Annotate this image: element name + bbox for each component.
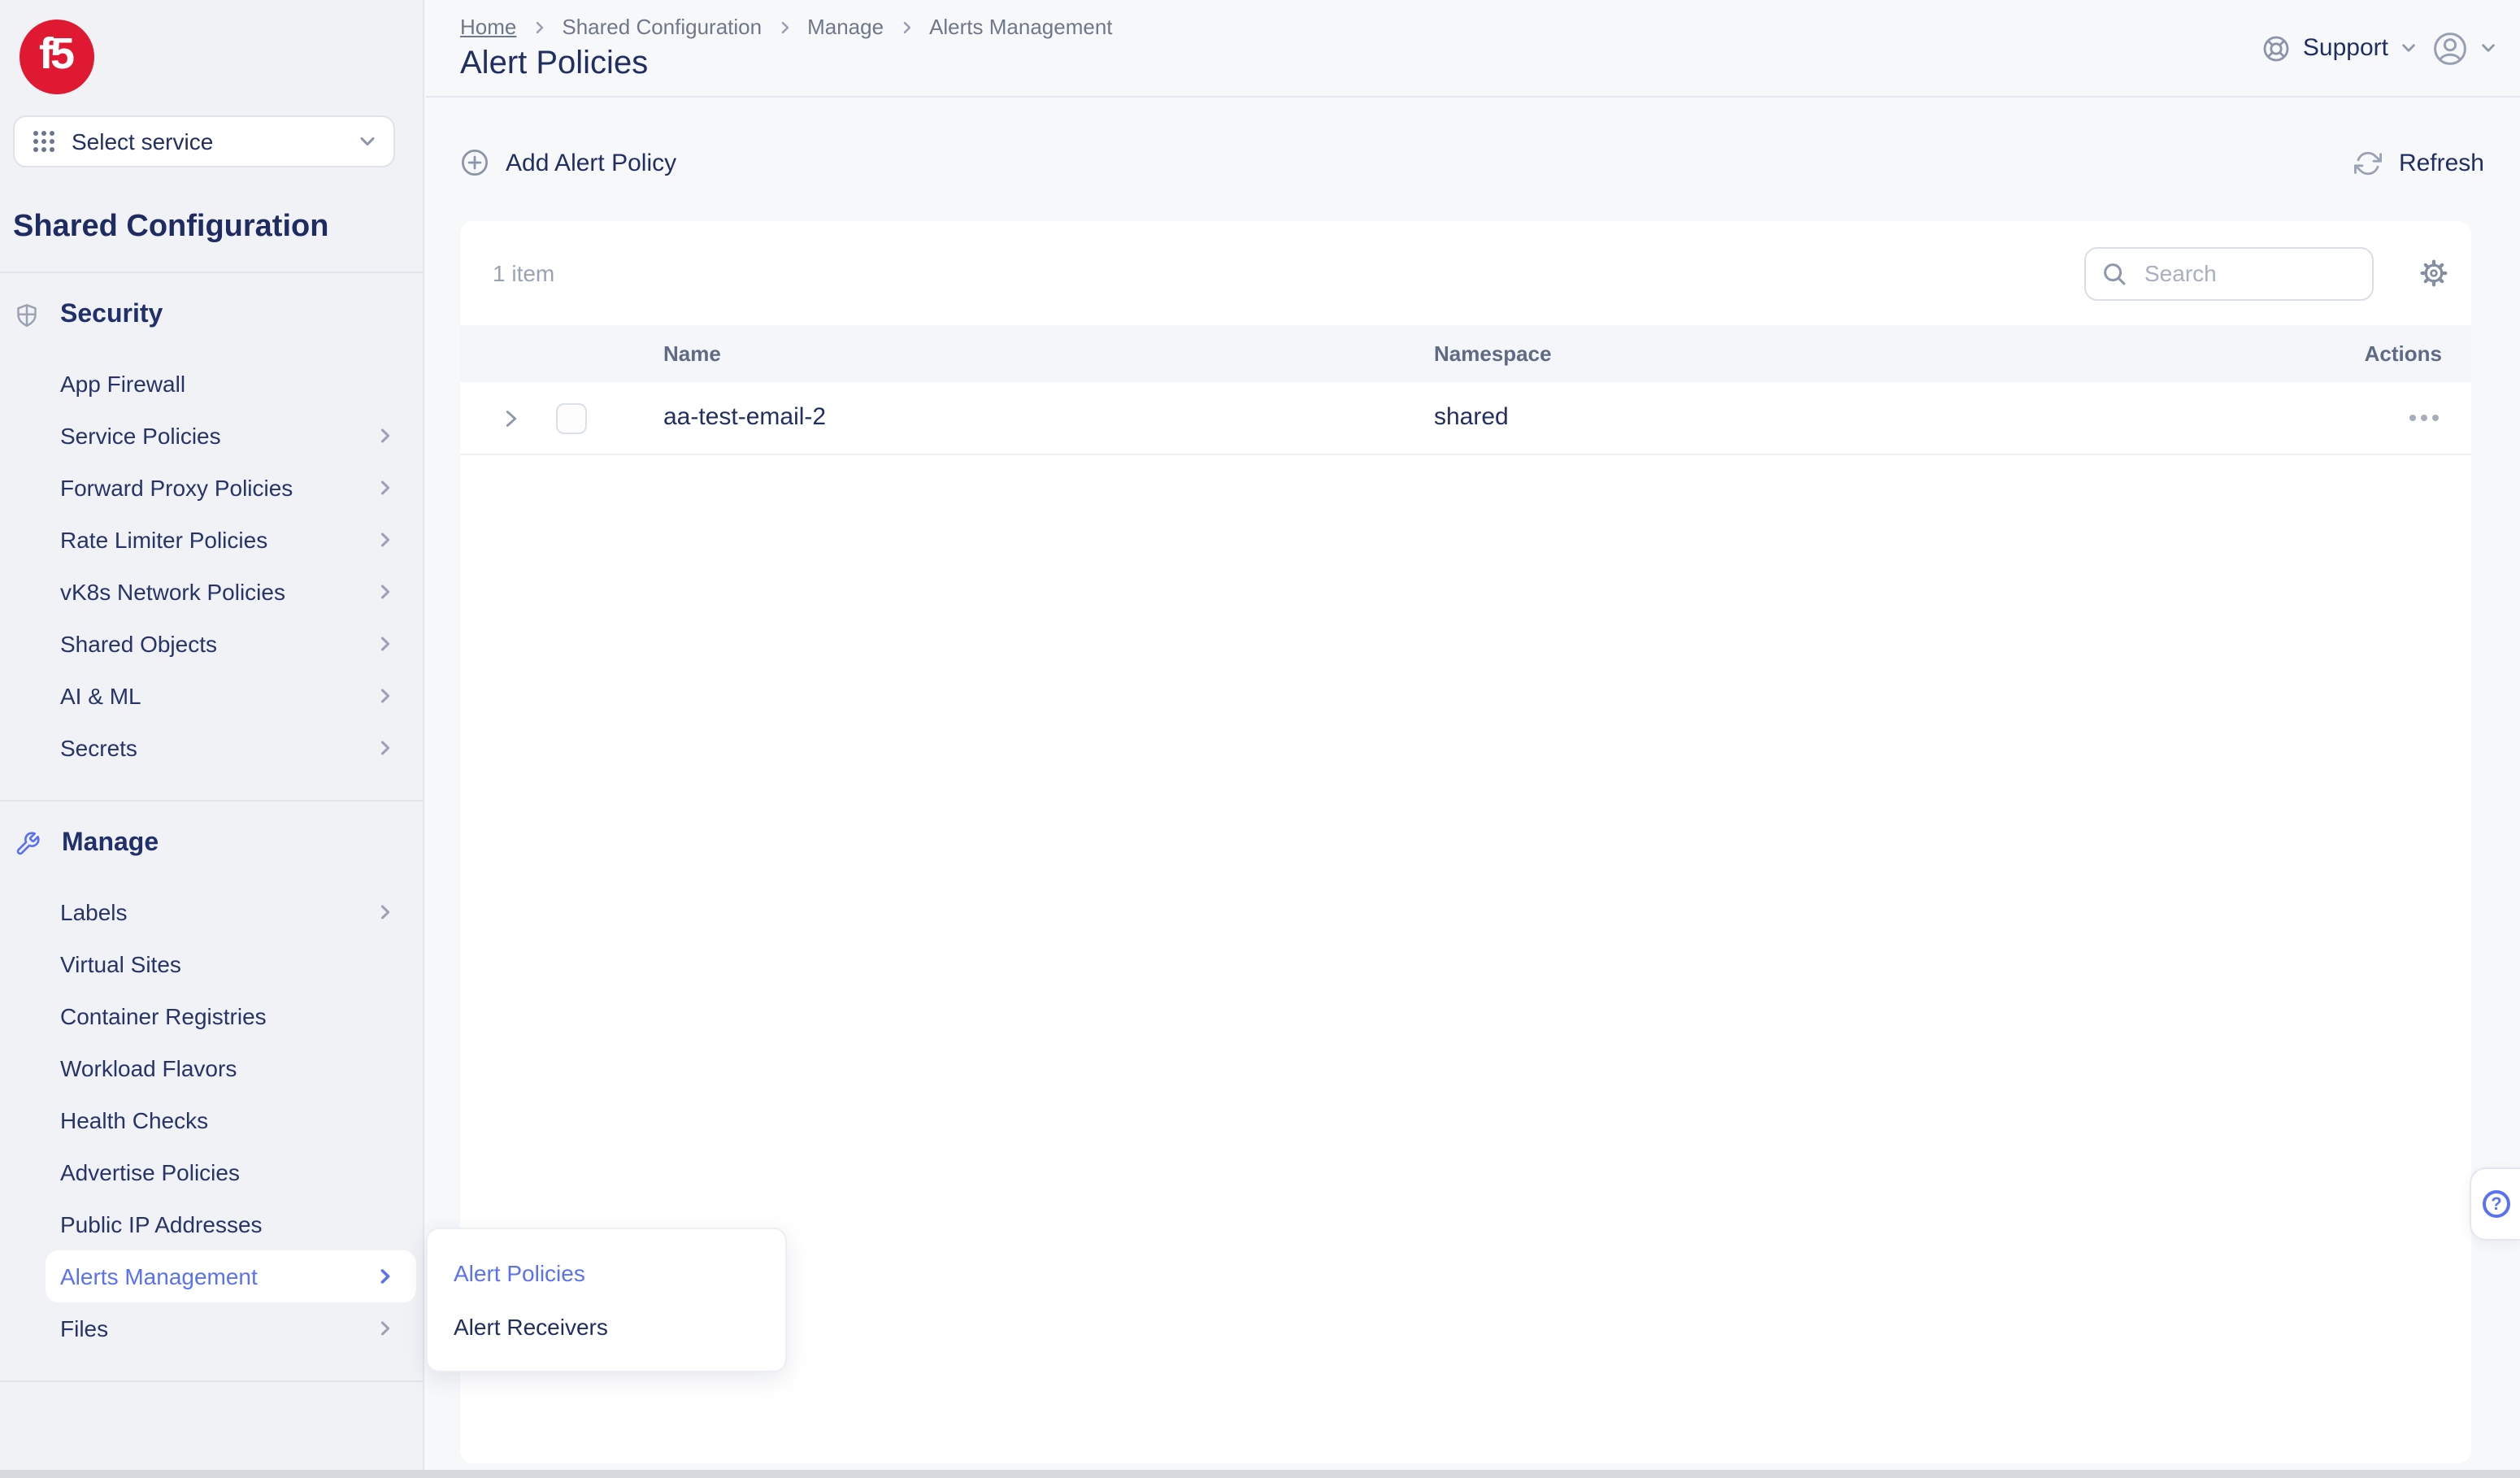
support-menu[interactable]: Support: [2262, 33, 2418, 63]
alerts-management-flyout: Alert Policies Alert Receivers: [426, 1228, 787, 1372]
add-alert-policy-label: Add Alert Policy: [506, 149, 676, 176]
sidebar-item-service-policies[interactable]: Service Policies: [46, 410, 416, 462]
column-header-namespace: Namespace: [1434, 341, 1552, 365]
table-row[interactable]: aa-test-email-2 shared: [460, 382, 2471, 455]
item-count: 1 item: [493, 260, 2084, 286]
manage-nav: Labels Virtual Sites Container Registrie…: [0, 886, 423, 1354]
sidebar-item-ai-ml[interactable]: AI & ML: [46, 670, 416, 722]
chevron-right-icon: [499, 406, 524, 430]
chevron-right-icon: [376, 1267, 395, 1286]
sidebar-item-public-ip-addresses[interactable]: Public IP Addresses: [46, 1198, 416, 1250]
refresh-button[interactable]: Refresh: [2355, 149, 2484, 176]
avatar-icon: [2432, 30, 2468, 66]
top-actions: Support: [2262, 0, 2497, 96]
sidebar-item-advertise-policies[interactable]: Advertise Policies: [46, 1146, 416, 1198]
add-alert-policy-button[interactable]: Add Alert Policy: [460, 148, 676, 177]
chevron-right-icon: [898, 19, 915, 35]
row-actions-menu[interactable]: [2406, 405, 2442, 431]
sidebar-section-security[interactable]: Security: [0, 296, 423, 335]
column-header-actions: Actions: [2365, 341, 2442, 366]
service-selector[interactable]: Select service: [13, 115, 395, 167]
sidebar-section-title: Manage: [62, 829, 159, 859]
bottom-edge: [0, 1470, 2520, 1478]
help-icon: ?: [2483, 1190, 2510, 1218]
chevron-right-icon: [531, 19, 547, 35]
sidebar-item-app-firewall[interactable]: App Firewall: [46, 358, 416, 410]
security-nav: App Firewall Service Policies Forward Pr…: [0, 358, 423, 774]
f5-logo[interactable]: f5: [20, 20, 94, 94]
gear-icon: [2419, 259, 2448, 288]
chevron-right-icon: [376, 1319, 395, 1338]
life-ring-icon: [2262, 33, 2292, 63]
sidebar-divider: [0, 800, 423, 802]
service-selector-label: Select service: [72, 128, 343, 154]
chevron-right-icon: [376, 634, 395, 654]
grid-icon: [31, 128, 57, 154]
chevron-right-icon: [376, 426, 395, 446]
chevron-right-icon: [376, 530, 395, 550]
table-header-row: Name Namespace Actions: [460, 325, 2471, 382]
sidebar-divider: [0, 1380, 423, 1382]
plus-circle-icon: [460, 148, 489, 177]
refresh-label: Refresh: [2399, 149, 2484, 176]
sidebar-item-workload-flavors[interactable]: Workload Flavors: [46, 1042, 416, 1094]
sidebar-item-shared-objects[interactable]: Shared Objects: [46, 618, 416, 670]
breadcrumb-manage[interactable]: Manage: [807, 15, 884, 39]
breadcrumb-home[interactable]: Home: [460, 15, 516, 39]
sidebar-item-forward-proxy-policies[interactable]: Forward Proxy Policies: [46, 462, 416, 514]
wrench-icon: [15, 831, 41, 857]
breadcrumb-alerts-management: Alerts Management: [929, 15, 1112, 39]
sidebar-item-vk8s-network-policies[interactable]: vK8s Network Policies: [46, 566, 416, 618]
chevron-right-icon: [376, 686, 395, 706]
sidebar-section-manage[interactable]: Manage: [0, 824, 423, 863]
sidebar-section-title: Security: [60, 301, 163, 330]
sidebar-item-container-registries[interactable]: Container Registries: [46, 990, 416, 1042]
flyout-item-alert-receivers[interactable]: Alert Receivers: [428, 1299, 785, 1353]
chevron-right-icon: [376, 582, 395, 602]
row-name: aa-test-email-2: [663, 403, 826, 431]
sidebar-item-secrets[interactable]: Secrets: [46, 722, 416, 774]
sidebar: f5 Select service Shared Configuration: [0, 0, 424, 1478]
chevron-right-icon: [376, 902, 395, 922]
app-root: f5 Select service Shared Configuration: [0, 0, 2520, 1478]
search-input[interactable]: [2141, 259, 2357, 288]
f5-logo-text: f5: [39, 32, 72, 76]
sidebar-item-labels[interactable]: Labels: [46, 886, 416, 938]
sidebar-item-rate-limiter-policies[interactable]: Rate Limiter Policies: [46, 514, 416, 566]
row-namespace: shared: [1434, 403, 1509, 431]
row-expander[interactable]: [499, 406, 532, 430]
breadcrumb: Home Shared Configuration Manage Alerts …: [460, 15, 1113, 39]
top-bar: Home Shared Configuration Manage Alerts …: [426, 0, 2520, 98]
search-box: [2084, 246, 2374, 300]
sidebar-item-virtual-sites[interactable]: Virtual Sites: [46, 938, 416, 990]
toolbar: Add Alert Policy Refresh: [460, 137, 2484, 189]
breadcrumb-shared-configuration[interactable]: Shared Configuration: [562, 15, 762, 39]
help-button[interactable]: ?: [2470, 1167, 2520, 1241]
table-settings-button[interactable]: [2419, 259, 2448, 288]
sidebar-item-files[interactable]: Files: [46, 1302, 416, 1354]
sidebar-item-alerts-management[interactable]: Alerts Management: [46, 1250, 416, 1302]
breadcrumb-block: Home Shared Configuration Manage Alerts …: [460, 0, 1113, 96]
chevron-down-icon: [2400, 39, 2418, 57]
row-checkbox[interactable]: [556, 402, 587, 433]
flyout-item-alert-policies[interactable]: Alert Policies: [428, 1245, 785, 1299]
sidebar-title: Shared Configuration: [13, 210, 423, 246]
page-title: Alert Policies: [460, 46, 1113, 83]
chevron-right-icon: [776, 19, 793, 35]
chevron-down-icon: [2479, 39, 2497, 57]
shield-icon: [15, 302, 39, 328]
search-icon: [2101, 259, 2128, 287]
chevron-down-icon: [358, 132, 377, 151]
column-header-name: Name: [663, 341, 721, 365]
user-menu[interactable]: [2432, 30, 2497, 66]
chevron-right-icon: [376, 738, 395, 758]
sidebar-divider: [0, 272, 423, 273]
support-label: Support: [2303, 34, 2388, 62]
chevron-right-icon: [376, 478, 395, 498]
table-toolbar: 1 item: [460, 221, 2471, 325]
sidebar-item-health-checks[interactable]: Health Checks: [46, 1094, 416, 1146]
refresh-icon: [2355, 149, 2383, 176]
